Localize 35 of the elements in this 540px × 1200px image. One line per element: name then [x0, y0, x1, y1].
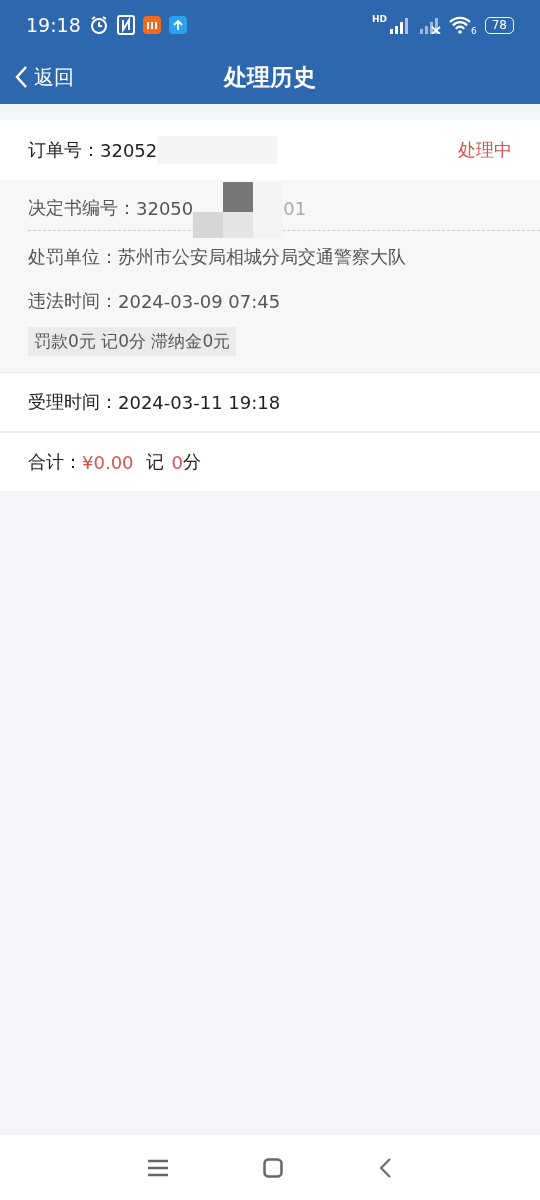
nfc-icon	[116, 15, 135, 35]
decision-label: 决定书编号：	[28, 196, 136, 220]
no-signal-icon	[419, 16, 441, 34]
order-status: 处理中	[458, 138, 512, 162]
network-label: HD	[371, 14, 387, 24]
accept-label: 受理时间：	[28, 390, 118, 414]
total-amount: ¥0.00	[82, 451, 134, 473]
detail-label: 处罚单位：	[28, 245, 118, 269]
order-label: 订单号：	[28, 138, 100, 162]
decision-number-end: 01	[283, 197, 307, 219]
upload-icon	[168, 16, 187, 34]
detail-value: 2024-03-09 07:45	[118, 290, 281, 312]
detail-label: 违法时间：	[28, 289, 118, 313]
points-unit: 分	[183, 450, 201, 474]
points-label: 记	[145, 450, 164, 474]
accept-time: 2024-03-11 19:18	[118, 391, 281, 413]
status-time: 19:18	[26, 14, 81, 36]
total-label: 合计：	[28, 450, 82, 474]
wifi-label: 6	[471, 26, 477, 36]
app-notification-icon	[142, 16, 161, 34]
signal-icon	[389, 16, 411, 34]
order-number: 32052	[100, 139, 158, 161]
back-icon[interactable]	[378, 1156, 393, 1179]
home-icon[interactable]	[263, 1157, 283, 1178]
back-button[interactable]: 返回	[14, 63, 74, 91]
page-title: 处理历史	[224, 63, 316, 90]
back-chevron-icon	[14, 65, 28, 89]
battery-icon: 78	[484, 16, 514, 34]
wifi-icon	[449, 16, 471, 34]
points-value: 0	[171, 451, 183, 473]
menu-icon[interactable]	[147, 1158, 168, 1177]
decision-number: 32050	[136, 197, 194, 219]
penalty-tag: 罚款0元 记0分 滞纳金0元	[28, 327, 237, 356]
alarm-icon	[88, 15, 109, 35]
detail-value: 苏州市公安局相城分局交通警察大队	[118, 245, 406, 269]
